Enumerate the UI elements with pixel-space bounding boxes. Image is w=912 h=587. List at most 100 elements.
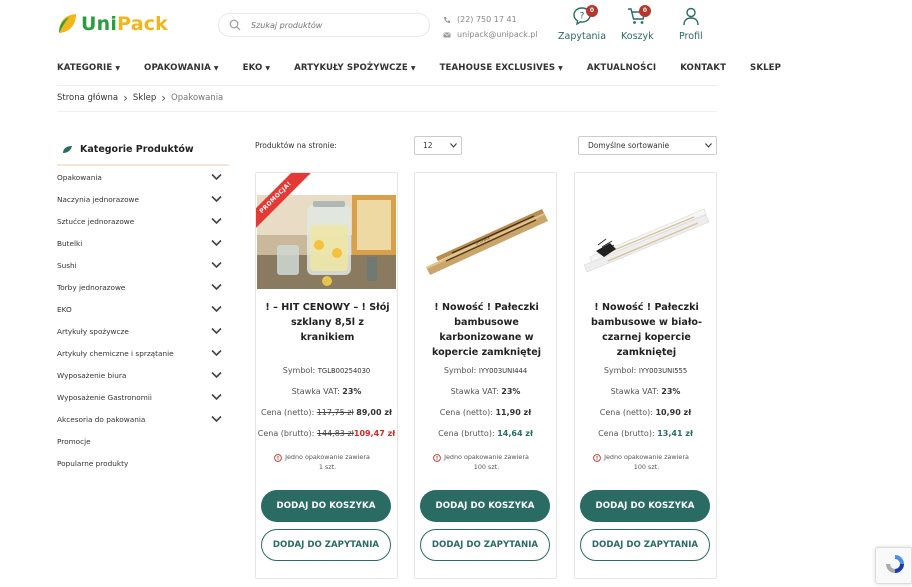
- leaf-icon: [63, 146, 72, 153]
- nav-item-opakowania[interactable]: OPAKOWANIA ▼: [144, 63, 219, 73]
- category-sztucce[interactable]: Sztućce jednorazowe: [57, 210, 222, 232]
- product-gross-price: Cena (brutto): 13,41 zł: [575, 429, 716, 438]
- package-info-line2: 1 szt.: [318, 463, 337, 471]
- breadcrumb-shop[interactable]: Sklep: [133, 93, 156, 103]
- chevron-down-icon[interactable]: [211, 173, 222, 181]
- chevron-down-icon[interactable]: [211, 195, 222, 203]
- add-to-inquiry-button[interactable]: DODAJ DO ZAPYTANIA: [580, 529, 710, 561]
- chevron-down-icon[interactable]: [211, 261, 222, 269]
- add-to-cart-button[interactable]: DODAJ DO KOSZYKA: [261, 490, 391, 522]
- gross-old-price: 144,83 zł: [316, 429, 354, 438]
- search-bar[interactable]: [218, 13, 430, 37]
- chevron-down-icon[interactable]: [211, 239, 222, 247]
- vat-value: 23%: [342, 387, 362, 396]
- inquiries-link[interactable]: ? 0 Zapytania: [558, 5, 607, 42]
- chevron-down-icon[interactable]: [211, 371, 222, 379]
- category-butelki[interactable]: Butelki: [57, 232, 222, 254]
- nav-item-teahouse[interactable]: TEAHOUSE EXCLUSIVES ▼: [440, 63, 563, 73]
- category-label: Torby jednorazowe: [57, 282, 126, 292]
- email-address[interactable]: unipack@unipack.pl: [457, 30, 538, 39]
- category-artykuly-chemiczne[interactable]: Artykuły chemiczne i sprzątanie: [57, 342, 222, 364]
- breadcrumb-home[interactable]: Strona główna: [57, 93, 118, 103]
- recaptcha-badge[interactable]: [875, 547, 912, 584]
- chevron-down-icon[interactable]: [211, 349, 222, 357]
- nav-item-label: KONTAKT: [680, 63, 727, 73]
- net-label: Cena (netto):: [261, 408, 315, 417]
- product-title[interactable]: ! Nowość ! Pałeczki bambusowe w biało-cz…: [583, 300, 710, 360]
- profile-link[interactable]: Profil: [679, 6, 703, 42]
- product-card[interactable]: UniPack ! Nowość ! Pałeczki bambusowe ka…: [414, 172, 557, 579]
- cart-link[interactable]: 0 Koszyk: [621, 5, 654, 42]
- phone-icon: [444, 16, 450, 23]
- product-title[interactable]: ! – HIT CENOWY – ! Słój szklany 8,5l z k…: [264, 300, 391, 345]
- gross-label: Cena (brutto):: [598, 429, 655, 438]
- category-artykuly-spozywcze[interactable]: Artykuły spożywcze: [57, 320, 222, 342]
- net-old-price: 117,75 zł: [316, 408, 354, 417]
- chevron-down-icon[interactable]: [211, 283, 222, 291]
- chevron-down-icon[interactable]: [211, 415, 222, 423]
- add-to-cart-button[interactable]: DODAJ DO KOSZYKA: [580, 490, 710, 522]
- chopsticks-product-photo: UniPack: [416, 195, 555, 289]
- chevron-right-icon: ›: [123, 91, 128, 105]
- category-promocje[interactable]: Promocje: [57, 430, 222, 452]
- category-label: Sushi: [57, 260, 77, 270]
- product-image-chopsticks-carbon[interactable]: UniPack: [416, 195, 555, 289]
- promo-ribbon-text: PROMOCJA!: [256, 173, 316, 233]
- chevron-down-icon: [450, 143, 457, 148]
- gross-label: Cena (brutto):: [438, 429, 495, 438]
- nav-item-sklep[interactable]: SKLEP: [750, 63, 781, 73]
- vat-value: 23%: [661, 387, 681, 396]
- add-to-cart-button[interactable]: DODAJ DO KOSZYKA: [420, 490, 550, 522]
- logo[interactable]: UniPack: [57, 13, 168, 35]
- nav-item-label: KATEGORIE: [57, 63, 113, 73]
- chevron-down-icon[interactable]: [211, 217, 222, 225]
- add-to-inquiry-button[interactable]: DODAJ DO ZAPYTANIA: [261, 529, 391, 561]
- nav-item-eko[interactable]: EKO ▼: [243, 63, 270, 73]
- chopsticks-product-photo: [576, 195, 715, 289]
- product-card[interactable]: ! Nowość ! Pałeczki bambusowe w biało-cz…: [574, 172, 717, 579]
- product-image-chopsticks-bw[interactable]: [576, 195, 715, 289]
- category-torby[interactable]: Torby jednorazowe: [57, 276, 222, 298]
- info-circle-icon: [274, 454, 282, 462]
- main-nav: KATEGORIE ▼ OPAKOWANIA ▼ EKO ▼ ARTYKUŁY SPO…: [57, 63, 781, 73]
- product-net-price: Cena (netto): 117,75 zł 89,00 zł: [256, 408, 397, 417]
- category-label: Akcesoria do pakowania: [57, 414, 146, 424]
- chevron-down-icon[interactable]: [211, 393, 222, 401]
- caret-down-icon: ▼: [115, 65, 121, 72]
- product-title[interactable]: ! Nowość ! Pałeczki bambusowe karbonizow…: [423, 300, 550, 360]
- gross-price: 14,64 zł: [497, 429, 533, 438]
- package-info-line1: Jedno opakowanie zawiera: [444, 453, 529, 461]
- sidebar-title-text: Kategorie Produktów: [80, 144, 194, 155]
- add-to-inquiry-button[interactable]: DODAJ DO ZAPYTANIA: [420, 529, 550, 561]
- nav-item-aktualnosci[interactable]: AKTUALNOŚCI: [587, 63, 656, 73]
- product-net-price: Cena (netto): 10,90 zł: [575, 408, 716, 417]
- nav-item-kategorie[interactable]: KATEGORIE ▼: [57, 63, 120, 73]
- nav-item-label: SKLEP: [750, 63, 782, 73]
- category-sushi[interactable]: Sushi: [57, 254, 222, 276]
- breadcrumb-divider: [57, 111, 717, 112]
- chevron-down-icon[interactable]: [211, 305, 222, 313]
- category-wyposazenie-gastronomii[interactable]: Wyposażenie Gastronomii: [57, 386, 222, 408]
- category-akcesoria[interactable]: Akcesoria do pakowania: [57, 408, 222, 430]
- sort-select[interactable]: Domyślne sortowanie: [578, 136, 717, 155]
- phone-number[interactable]: (22) 750 17 41: [457, 15, 517, 24]
- product-symbol: Symbol: TGLB00254030: [256, 366, 397, 375]
- category-label: Artykuły spożywcze: [57, 326, 129, 336]
- product-card[interactable]: PROMOCJA! ! – HIT CENOWY – ! Słój szklan…: [255, 172, 398, 579]
- chevron-down-icon[interactable]: [211, 327, 222, 335]
- category-popularne[interactable]: Popularne produkty: [57, 452, 222, 474]
- nav-item-kontakt[interactable]: KONTAKT: [680, 63, 726, 73]
- info-circle-icon: [593, 454, 601, 462]
- nav-item-artykuly-spozywcze[interactable]: ARTYKUŁY SPOŻYWCZE ▼: [294, 63, 416, 73]
- category-eko[interactable]: EKO: [57, 298, 222, 320]
- search-input[interactable]: [251, 20, 421, 30]
- inquiries-label: Zapytania: [558, 31, 607, 42]
- net-price: 10,90 zł: [655, 408, 692, 417]
- category-wyposazenie-biura[interactable]: Wyposażenie biura: [57, 364, 222, 386]
- category-naczynia[interactable]: Naczynia jednorazowe: [57, 188, 222, 210]
- per-page-select[interactable]: 12: [414, 136, 462, 155]
- net-label: Cena (netto):: [599, 408, 653, 417]
- inquiries-badge: 0: [586, 5, 598, 17]
- package-info-line2: 100 szt.: [473, 463, 500, 471]
- category-opakowania[interactable]: Opakowania: [57, 166, 222, 188]
